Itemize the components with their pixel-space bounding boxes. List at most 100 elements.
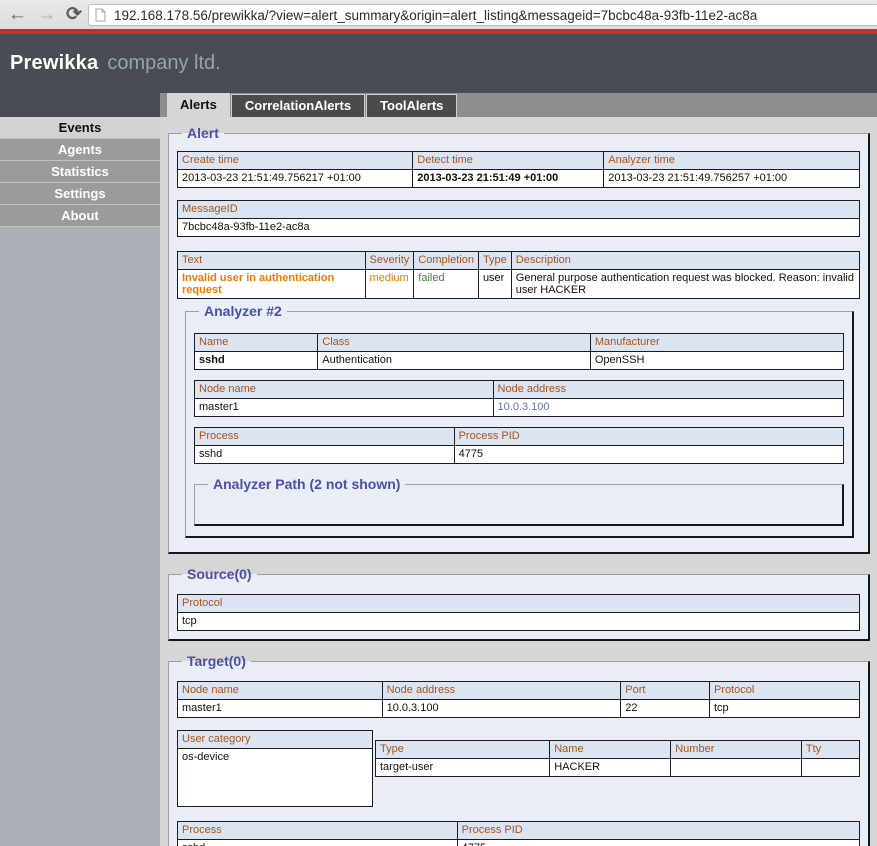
source-section: Source(0) Protocol tcp bbox=[168, 566, 870, 641]
tab-strip: Alerts CorrelationAlerts ToolAlerts bbox=[160, 93, 877, 117]
alert-text-value[interactable]: Invalid user in authentication request bbox=[178, 270, 366, 299]
analyzer-node-name-header: Node name bbox=[195, 381, 494, 399]
user-tty-value bbox=[801, 759, 859, 777]
target-process-pid-value: 4775 bbox=[457, 840, 859, 846]
target-protocol-header: Protocol bbox=[709, 682, 859, 700]
brand-company: company ltd. bbox=[107, 52, 220, 75]
browser-toolbar: ← → ⟳ 192.168.178.56/prewikka/?view=aler… bbox=[0, 0, 877, 29]
analyzer-class-header: Class bbox=[318, 334, 591, 352]
analyzer-time-header: Analyzer time bbox=[604, 152, 860, 170]
target-section: Target(0) Node name Node address Port Pr… bbox=[168, 653, 870, 846]
back-icon[interactable]: ← bbox=[8, 5, 27, 24]
sidebar-item-statistics[interactable]: Statistics bbox=[0, 161, 160, 183]
messageid-header: MessageID bbox=[178, 201, 860, 219]
sidebar-item-about[interactable]: About bbox=[0, 205, 160, 227]
classification-table: Text Severity Completion Type Descriptio… bbox=[177, 251, 860, 299]
analyzer-path-body bbox=[203, 496, 834, 516]
messageid-table: MessageID 7bcbc48a-93fb-11e2-ac8a bbox=[177, 200, 860, 237]
target-port-value: 22 bbox=[621, 700, 710, 718]
target-process-pid-header: Process PID bbox=[457, 822, 859, 840]
detect-time-header: Detect time bbox=[413, 152, 604, 170]
target-node-address-header: Node address bbox=[382, 682, 621, 700]
analyzer-section: Analyzer #2 Name Class Manufacturer sshd… bbox=[185, 303, 854, 538]
type-value: user bbox=[478, 270, 511, 299]
user-category-header: User category bbox=[178, 731, 373, 749]
target-port-header: Port bbox=[621, 682, 710, 700]
user-name-value: HACKER bbox=[550, 759, 671, 777]
tab-bar-left-spacer bbox=[0, 93, 160, 117]
sidebar-item-events[interactable]: Events bbox=[0, 117, 160, 139]
create-time-header: Create time bbox=[178, 152, 413, 170]
source-protocol-header: Protocol bbox=[178, 595, 860, 613]
page-icon bbox=[95, 8, 106, 22]
analyzer-section-title: Analyzer #2 bbox=[199, 303, 287, 319]
detect-time-value: 2013-03-23 21:51:49 +01:00 bbox=[413, 170, 604, 188]
completion-value: failed bbox=[414, 270, 479, 299]
address-bar[interactable]: 192.168.178.56/prewikka/?view=alert_summ… bbox=[88, 4, 877, 26]
alert-section-title: Alert bbox=[182, 125, 224, 141]
analyzer-node-address-header: Node address bbox=[493, 381, 843, 399]
target-protocol-value: tcp bbox=[709, 700, 859, 718]
text-header: Text bbox=[178, 252, 366, 270]
reload-icon[interactable]: ⟳ bbox=[66, 5, 82, 24]
user-number-header: Number bbox=[671, 741, 802, 759]
create-time-value: 2013-03-23 21:51:49.756217 +01:00 bbox=[178, 170, 413, 188]
user-category-value: os-device bbox=[178, 749, 373, 807]
analyzer-time-value: 2013-03-23 21:51:49.756257 +01:00 bbox=[604, 170, 860, 188]
source-section-title: Source(0) bbox=[182, 566, 257, 582]
analyzer-process-value: sshd bbox=[195, 446, 455, 464]
sidebar-item-agents[interactable]: Agents bbox=[0, 139, 160, 161]
severity-value: medium bbox=[365, 270, 414, 299]
user-tty-header: Tty bbox=[801, 741, 859, 759]
analyzer-process-header: Process bbox=[195, 428, 455, 446]
tab-alerts[interactable]: Alerts bbox=[167, 93, 230, 117]
user-type-header: Type bbox=[376, 741, 550, 759]
target-section-title: Target(0) bbox=[182, 653, 251, 669]
forward-icon[interactable]: → bbox=[37, 5, 56, 24]
analyzer-name-header: Name bbox=[195, 334, 318, 352]
tab-bar: Alerts CorrelationAlerts ToolAlerts bbox=[0, 93, 877, 117]
target-node-table: Node name Node address Port Protocol mas… bbox=[177, 681, 860, 718]
target-user-table: Type Name Number Tty target-user HACKER bbox=[375, 740, 860, 777]
target-node-name-header: Node name bbox=[178, 682, 383, 700]
user-number-value bbox=[671, 759, 802, 777]
description-header: Description bbox=[511, 252, 859, 270]
analyzer-class-value: Authentication bbox=[318, 352, 591, 370]
analyzer-manufacturer-value: OpenSSH bbox=[590, 352, 843, 370]
analyzer-node-address-value[interactable]: 10.0.3.100 bbox=[493, 399, 843, 417]
analyzer-process-table: Process Process PID sshd 4775 bbox=[194, 427, 844, 464]
user-name-header: Name bbox=[550, 741, 671, 759]
analyzer-process-pid-value: 4775 bbox=[454, 446, 843, 464]
source-protocol-value: tcp bbox=[178, 613, 860, 631]
type-header: Type bbox=[478, 252, 511, 270]
target-node-address-value: 10.0.3.100 bbox=[382, 700, 621, 718]
description-value: General purpose authentication request w… bbox=[511, 270, 859, 299]
severity-header: Severity bbox=[365, 252, 414, 270]
sidebar: Events Agents Statistics Settings About bbox=[0, 117, 160, 846]
target-process-table: Process Process PID sshd 4775 bbox=[177, 821, 860, 846]
target-node-name-value: master1 bbox=[178, 700, 383, 718]
target-process-header: Process bbox=[178, 822, 458, 840]
messageid-value: 7bcbc48a-93fb-11e2-ac8a bbox=[178, 219, 860, 237]
url-text[interactable]: 192.168.178.56/prewikka/?view=alert_summ… bbox=[114, 8, 757, 23]
app-header: Prewikka company ltd. bbox=[0, 34, 877, 93]
tab-correlationalerts[interactable]: CorrelationAlerts bbox=[231, 94, 365, 117]
brand-title: Prewikka bbox=[10, 52, 98, 75]
analyzer-info-table: Name Class Manufacturer sshd Authenticat… bbox=[194, 333, 844, 370]
target-user-block: User category os-device Type Name Number… bbox=[177, 730, 860, 807]
analyzer-node-table: Node name Node address master1 10.0.3.10… bbox=[194, 380, 844, 417]
analyzer-path-title: Analyzer Path (2 not shown) bbox=[208, 476, 405, 492]
analyzer-manufacturer-header: Manufacturer bbox=[590, 334, 843, 352]
alert-section: Alert Create time Detect time Analyzer t… bbox=[168, 125, 870, 554]
analyzer-node-name-value: master1 bbox=[195, 399, 494, 417]
analyzer-path-section: Analyzer Path (2 not shown) bbox=[194, 476, 844, 526]
tab-toolalerts[interactable]: ToolAlerts bbox=[366, 94, 457, 117]
user-type-value: target-user bbox=[376, 759, 550, 777]
source-protocol-table: Protocol tcp bbox=[177, 594, 860, 631]
sidebar-item-settings[interactable]: Settings bbox=[0, 183, 160, 205]
analyzer-process-pid-header: Process PID bbox=[454, 428, 843, 446]
user-category-table: User category os-device bbox=[177, 730, 373, 807]
alert-summary-content: Alert Create time Detect time Analyzer t… bbox=[160, 117, 877, 846]
analyzer-name-value: sshd bbox=[195, 352, 318, 370]
alert-times-table: Create time Detect time Analyzer time 20… bbox=[177, 151, 860, 188]
